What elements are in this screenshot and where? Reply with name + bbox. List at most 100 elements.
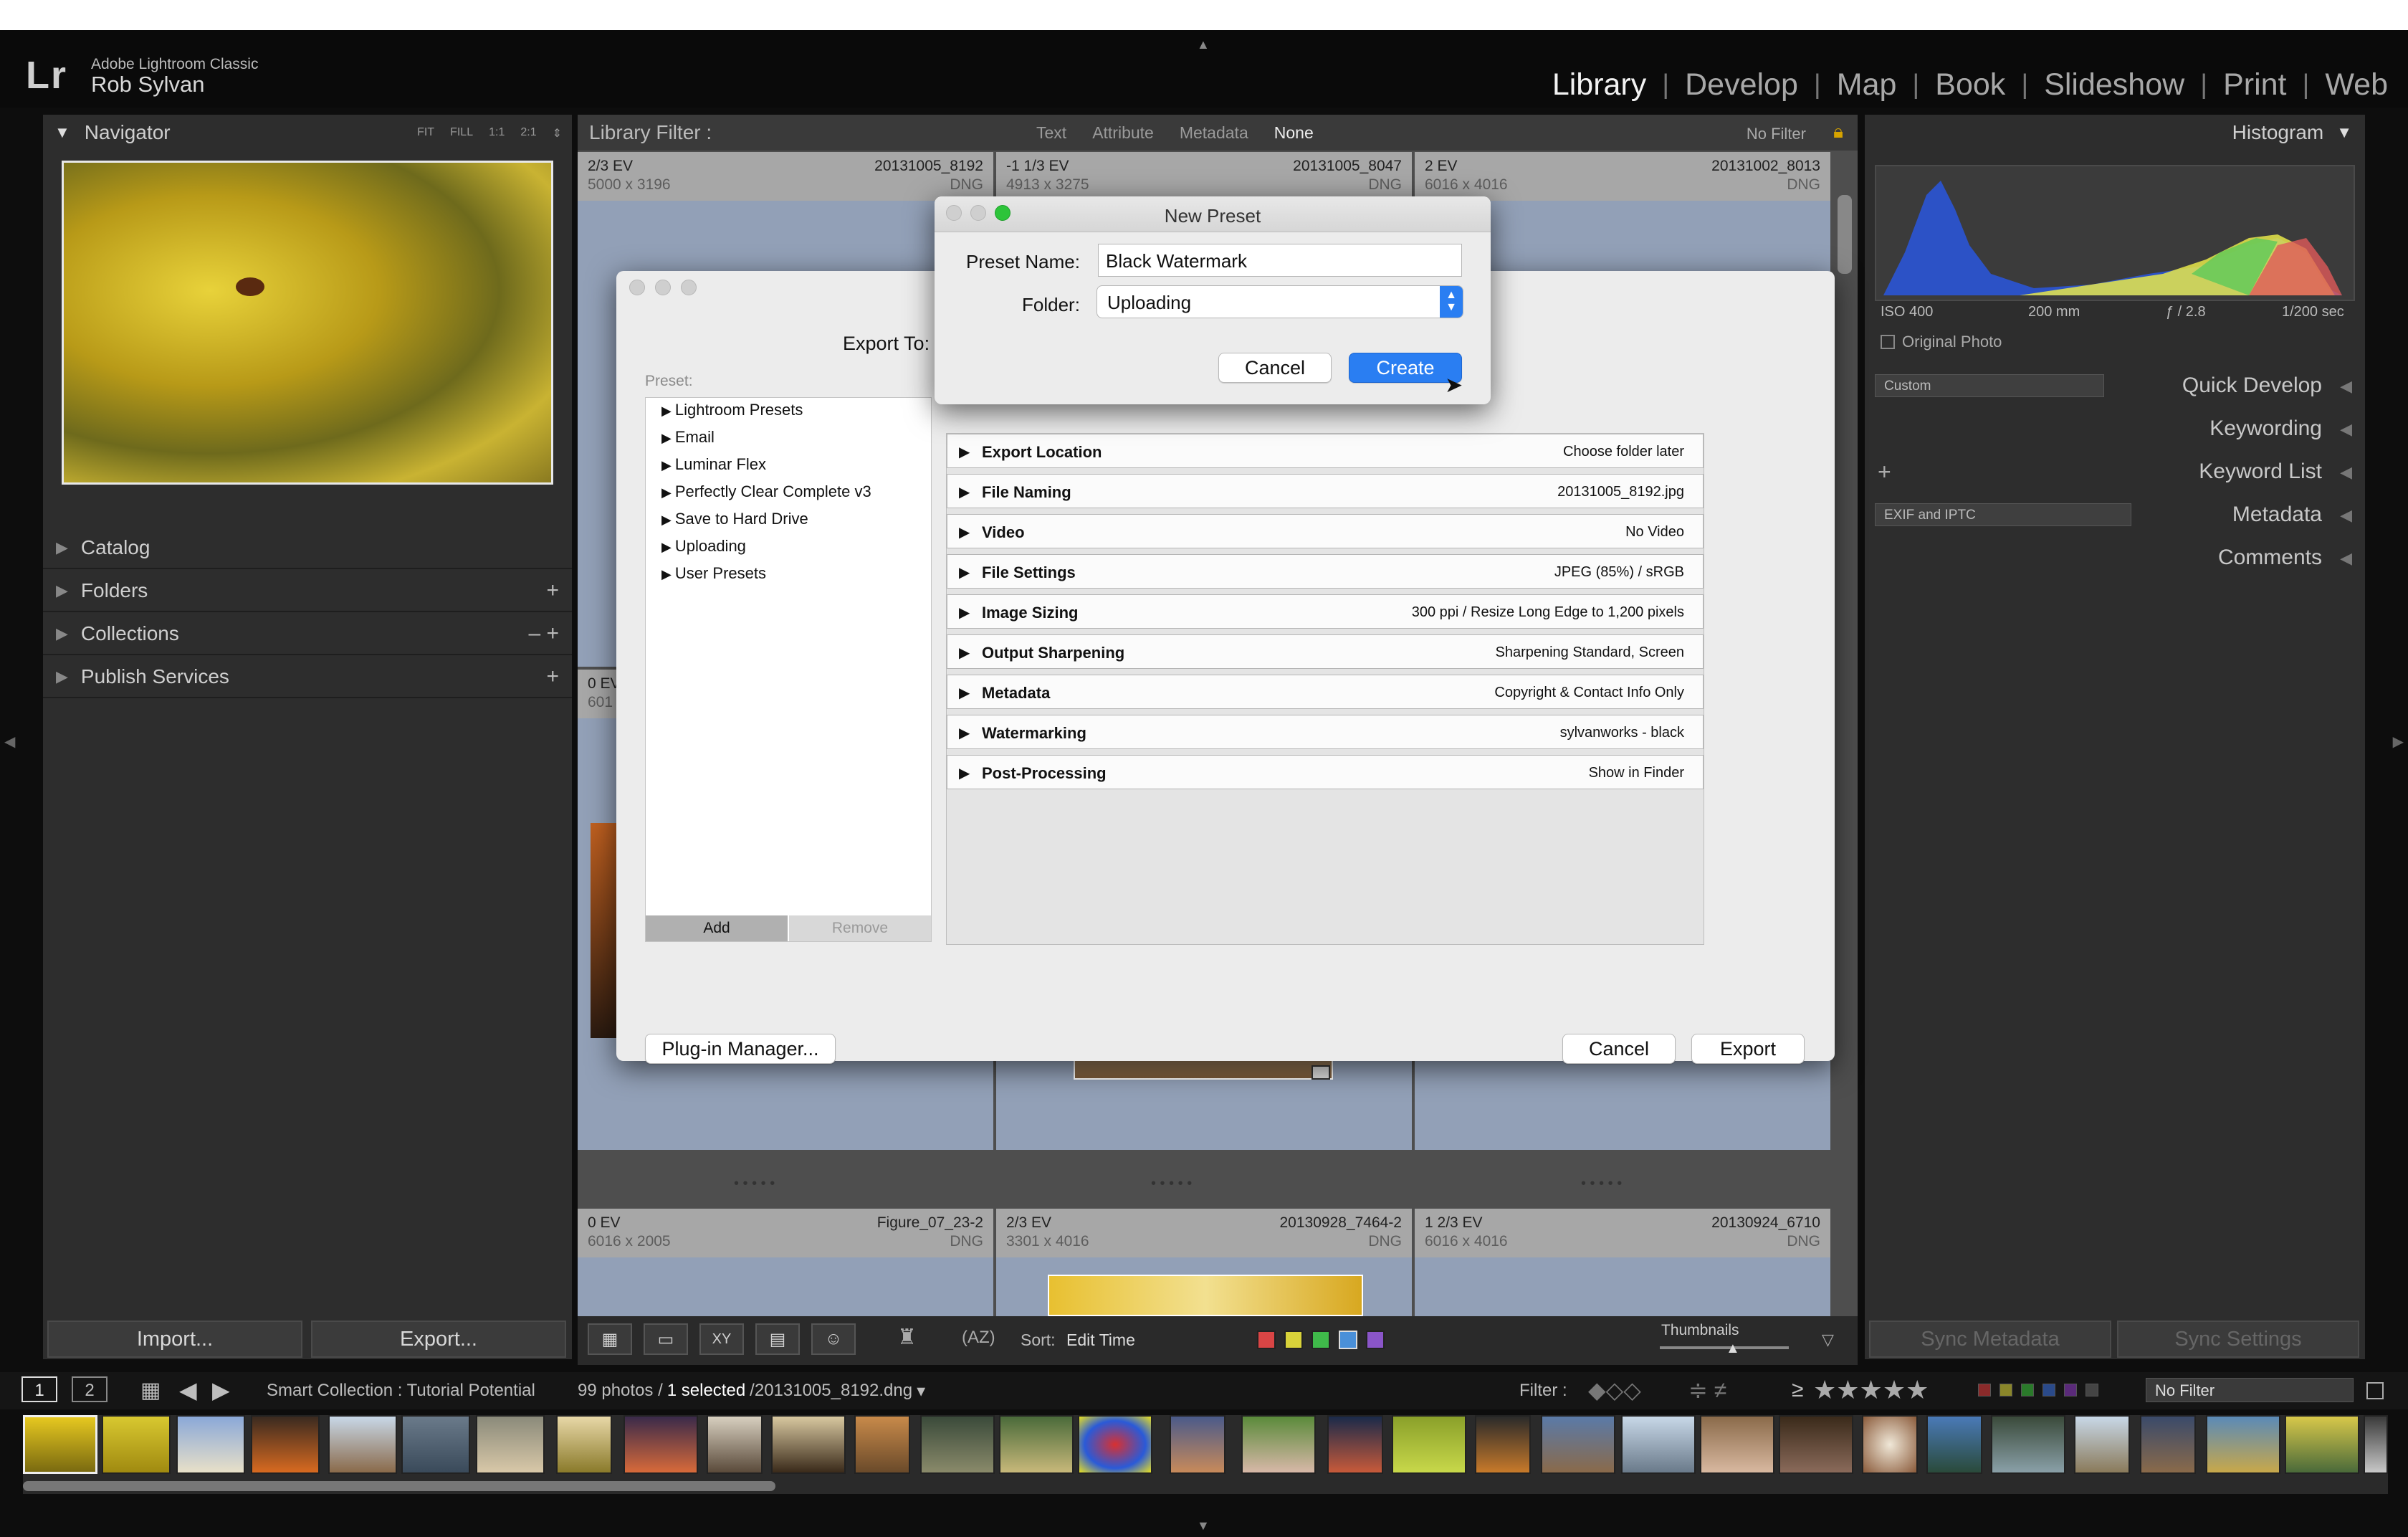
zoom-2-1[interactable]: 2:1 [520,126,536,141]
slider-handle-icon[interactable]: ▲ [1726,1341,1740,1357]
disclosure-triangle-icon[interactable]: ▶ [959,644,970,662]
keyword-list-header[interactable]: + Keyword List ◀ [1865,450,2365,493]
preset-folder-lightroom[interactable]: ▶ Lightroom Presets [661,401,803,419]
export-location-section[interactable]: ▶ Export Location Choose folder later [947,434,1704,468]
filmstrip-thumbnail[interactable] [2364,1415,2388,1474]
quick-develop-header[interactable]: Custom Quick Develop ◀ [1865,364,2365,407]
metadata-preset-select[interactable]: EXIF and IPTC [1875,503,2131,526]
source-label[interactable]: Smart Collection : Tutorial Potential [267,1381,535,1401]
add-preset-button[interactable]: Add [646,915,788,941]
disclosure-triangle-icon[interactable]: ▶ [959,563,970,581]
zoom-fill[interactable]: FILL [450,126,473,141]
zoom-1-1[interactable]: 1:1 [489,126,505,141]
thumbnail-size-slider[interactable] [1660,1346,1789,1349]
filmstrip-scrollbar[interactable] [23,1481,775,1491]
filmstrip-thumbnail[interactable] [1078,1415,1152,1474]
thumbnail-image[interactable] [591,823,619,1038]
purple-label-swatch[interactable] [1366,1331,1385,1349]
filmstrip-thumbnail[interactable] [1392,1415,1466,1474]
filter-attribute[interactable]: Attribute [1092,123,1154,143]
thumbnail-image[interactable] [1048,1275,1363,1316]
module-web[interactable]: Web [2319,67,2394,103]
publish-services-section[interactable]: ▶ Publish Services + [43,655,572,698]
filmstrip-thumbnail[interactable] [1991,1415,2065,1474]
bottom-panel-toggle-icon[interactable]: ▼ [1197,1518,1210,1533]
output-sharpening-section[interactable]: ▶ Output Sharpening Sharpening Standard, S… [947,634,1704,669]
other-filter-swatch[interactable] [2086,1384,2098,1396]
filmstrip-thumbnail[interactable] [102,1415,171,1474]
export-confirm-button[interactable]: Export [1691,1034,1805,1064]
flag-filter-icons[interactable]: ◆◇◇ [1588,1376,1641,1404]
filmstrip-thumbnail[interactable] [1926,1415,1982,1474]
module-book[interactable]: Book [1929,67,2011,103]
green-filter-swatch[interactable] [2021,1384,2034,1396]
sync-metadata-button[interactable]: Sync Metadata [1869,1321,2111,1358]
histogram-chart[interactable] [1875,165,2355,301]
filmstrip-thumbnail[interactable] [854,1415,910,1474]
filmstrip-thumbnail[interactable] [707,1415,763,1474]
primary-window-button[interactable]: 1 [22,1376,57,1402]
filmstrip-thumbnail[interactable] [1700,1415,1774,1474]
module-library[interactable]: Library [1547,67,1652,103]
yellow-label-swatch[interactable] [1284,1331,1303,1349]
collections-add-remove-icon[interactable]: – + [528,622,559,646]
grid-scrollbar[interactable] [1838,195,1852,274]
toolbar-menu-icon[interactable]: ▽ [1822,1331,1834,1349]
navigator-preview[interactable] [62,161,553,485]
filter-preset-select[interactable]: No Filter [1747,125,1806,143]
blue-label-swatch[interactable] [1339,1331,1357,1349]
disclosure-triangle-icon[interactable]: ▶ [661,567,675,581]
preset-folder-user[interactable]: ▶ User Presets [661,564,766,583]
keywording-header[interactable]: Keywording ◀ [1865,407,2365,450]
yellow-filter-swatch[interactable] [2000,1384,2012,1396]
module-print[interactable]: Print [2217,67,2292,103]
zoom-fit[interactable]: FIT [417,126,434,141]
secondary-window-button[interactable]: 2 [72,1376,108,1402]
filmstrip-thumbnail[interactable] [771,1415,846,1474]
compare-view-icon[interactable]: XY [699,1323,744,1355]
import-button[interactable]: Import... [47,1321,302,1358]
purple-filter-swatch[interactable] [2064,1384,2077,1396]
top-panel-toggle-icon[interactable]: ▲ [1197,37,1210,52]
disclosure-triangle-icon[interactable]: ▶ [959,724,970,742]
preset-folder-luminar[interactable]: ▶ Luminar Flex [661,455,766,474]
saved-preset-select[interactable]: Custom [1875,374,2104,397]
checkbox[interactable] [1881,335,1895,349]
filmstrip-thumbnail[interactable] [23,1415,97,1474]
filmstrip-thumbnail[interactable] [251,1415,320,1474]
filmstrip-thumbnail[interactable] [2285,1415,2359,1474]
plugin-manager-button[interactable]: Plug-in Manager... [645,1034,836,1064]
disclosure-triangle-icon[interactable]: ▶ [661,513,675,527]
filmstrip-thumbnail[interactable] [2074,1415,2130,1474]
preset-folder-uploading[interactable]: ▶ Uploading [661,537,746,556]
disclosure-triangle-icon[interactable]: ▶ [661,431,675,445]
grid-cell[interactable]: 0 EV Figure_07_23-2 6016 x 2005 DNG [578,1209,993,1316]
filmstrip-thumbnail[interactable] [1475,1415,1531,1474]
people-view-icon[interactable]: ☺ [811,1323,856,1355]
loupe-view-icon[interactable]: ▭ [644,1323,688,1355]
disclosure-triangle-icon[interactable]: ▶ [959,764,970,782]
comments-header[interactable]: Comments ◀ [1865,536,2365,579]
image-sizing-section[interactable]: ▶ Image Sizing 300 ppi / Resize Long Edge … [947,594,1704,629]
disclosure-triangle-icon[interactable]: ▶ [661,485,675,500]
preset-folder-hard-drive[interactable]: ▶ Save to Hard Drive [661,510,808,528]
module-slideshow[interactable]: Slideshow [2038,67,2190,103]
painter-icon[interactable]: ♜ [897,1325,917,1350]
histogram-header[interactable]: Histogram ▼ [1865,115,2365,151]
folders-section[interactable]: ▶ Folders + [43,569,572,612]
disclosure-triangle-icon[interactable]: ▶ [661,458,675,472]
lock-icon[interactable]: 🔒︎ [1833,120,1843,143]
filmstrip-thumbnail[interactable] [2140,1415,2196,1474]
disclosure-triangle-icon[interactable]: ▶ [959,684,970,702]
preset-name-input[interactable]: Black Watermark [1098,244,1462,277]
video-section[interactable]: ▶ Video No Video [947,514,1704,548]
remove-preset-button[interactable]: Remove [789,915,931,941]
collections-section[interactable]: ▶ Collections – + [43,612,572,655]
collapse-triangle-icon[interactable]: ▼ [2336,123,2352,142]
post-processing-section[interactable]: ▶ Post-Processing Show in Finder [947,755,1704,789]
sync-settings-button[interactable]: Sync Settings [2117,1321,2359,1358]
sort-select[interactable]: Edit Time [1066,1331,1135,1350]
add-publish-service-icon[interactable]: + [546,665,559,689]
edit-filter-icons[interactable]: ≑ ≠ [1688,1376,1726,1404]
new-preset-cancel-button[interactable]: Cancel [1218,353,1332,383]
